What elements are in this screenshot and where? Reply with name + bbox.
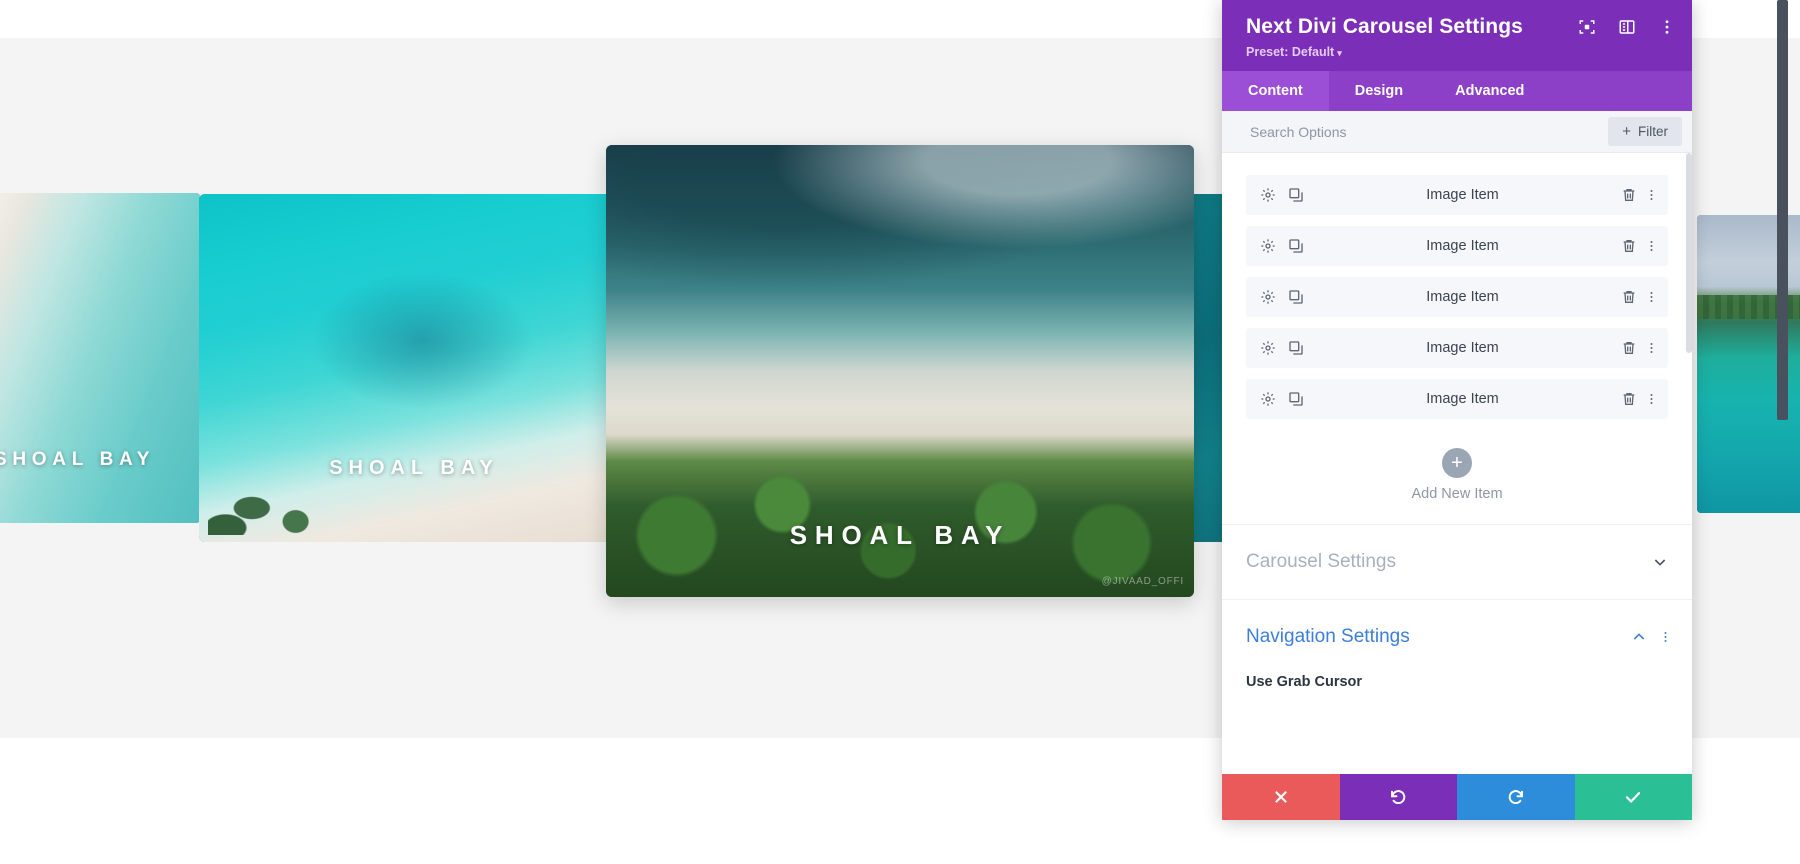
row-actions-left xyxy=(1260,340,1304,356)
list-item-label: Image Item xyxy=(1426,340,1499,357)
chevron-down-icon: ▾ xyxy=(1337,48,1342,59)
modal-body: Image Item Image Item Image Item Image I… xyxy=(1222,153,1692,774)
cancel-button[interactable] xyxy=(1222,774,1340,820)
modal-scrollbar-thumb[interactable] xyxy=(1686,153,1692,354)
preset-selector[interactable]: Preset: Default ▾ xyxy=(1246,45,1672,59)
search-bar: + Filter xyxy=(1222,111,1692,154)
table-row[interactable]: Image Item xyxy=(1246,226,1668,267)
row-actions-right xyxy=(1621,391,1654,407)
row-actions-right xyxy=(1621,340,1654,356)
table-row[interactable]: Image Item xyxy=(1246,379,1668,420)
list-item-label: Image Item xyxy=(1426,238,1499,255)
add-new-item-label: Add New Item xyxy=(1411,486,1503,503)
save-button[interactable] xyxy=(1574,774,1692,820)
gear-icon[interactable] xyxy=(1260,391,1276,407)
carousel-slide-active[interactable]: SHOAL BAY @JIVAAD_OFFI xyxy=(606,145,1194,597)
page-scrollbar[interactable] xyxy=(1777,0,1788,864)
section-title: Carousel Settings xyxy=(1246,551,1396,573)
list-item-label: Image Item xyxy=(1426,289,1499,306)
preset-label: Preset: Default xyxy=(1246,45,1335,60)
slide-caption: SHOAL BAY xyxy=(329,457,499,479)
trash-icon[interactable] xyxy=(1621,187,1637,203)
search-input[interactable] xyxy=(1250,123,1609,140)
list-item-label: Image Item xyxy=(1426,187,1499,204)
section-actions xyxy=(1631,629,1668,645)
screen: SHOAL BAY SHOAL BAY SHOAL BAY SHOAL BAY … xyxy=(0,0,1800,864)
check-icon xyxy=(1626,792,1641,803)
image-item-list: Image Item Image Item Image Item Image I… xyxy=(1222,153,1692,436)
chevron-up-icon[interactable] xyxy=(1631,629,1647,645)
table-row[interactable]: Image Item xyxy=(1246,175,1668,216)
tab-advanced[interactable]: Advanced xyxy=(1429,71,1550,111)
row-actions-left xyxy=(1260,391,1304,407)
add-new-item-button[interactable]: + Add New Item xyxy=(1222,436,1692,524)
section-actions xyxy=(1652,554,1668,570)
undo-icon xyxy=(1391,790,1406,805)
more-vertical-icon[interactable] xyxy=(1649,238,1654,254)
modal-header: Next Divi Carousel Settings Preset: Defa… xyxy=(1222,0,1692,72)
plus-icon: + xyxy=(1622,123,1631,141)
filter-label: Filter xyxy=(1638,124,1668,140)
section-navigation-settings[interactable]: Navigation Settings xyxy=(1222,599,1692,674)
field-use-grab-cursor[interactable]: Use Grab Cursor xyxy=(1222,674,1692,706)
row-actions-left xyxy=(1260,238,1304,254)
gear-icon[interactable] xyxy=(1260,340,1276,356)
more-vertical-icon[interactable] xyxy=(1649,187,1654,203)
modal-footer xyxy=(1222,774,1692,820)
gear-icon[interactable] xyxy=(1260,238,1276,254)
chevron-down-icon[interactable] xyxy=(1652,554,1668,570)
row-actions-right xyxy=(1621,187,1654,203)
slide-caption: SHOAL BAY xyxy=(0,449,156,470)
trash-icon[interactable] xyxy=(1621,289,1637,305)
slide-watermark: @JIVAAD_OFFI xyxy=(1101,576,1184,587)
more-vertical-icon[interactable] xyxy=(1649,289,1654,305)
settings-modal: Next Divi Carousel Settings Preset: Defa… xyxy=(1222,0,1692,820)
focus-icon[interactable] xyxy=(1578,18,1596,36)
section-title: Navigation Settings xyxy=(1246,626,1410,648)
undo-button[interactable] xyxy=(1339,774,1457,820)
field-label: Use Grab Cursor xyxy=(1246,674,1363,691)
slide-caption: SHOAL BAY xyxy=(789,520,1011,550)
tab-content[interactable]: Content xyxy=(1222,71,1329,112)
more-vertical-icon[interactable] xyxy=(1663,629,1668,645)
redo-icon xyxy=(1508,790,1523,805)
more-vertical-icon[interactable] xyxy=(1649,391,1654,407)
duplicate-icon[interactable] xyxy=(1288,187,1304,203)
list-item-label: Image Item xyxy=(1426,391,1499,408)
duplicate-icon[interactable] xyxy=(1288,391,1304,407)
trash-icon[interactable] xyxy=(1621,391,1637,407)
duplicate-icon[interactable] xyxy=(1288,340,1304,356)
row-actions-left xyxy=(1260,187,1304,203)
slide-image xyxy=(199,194,629,542)
table-row[interactable]: Image Item xyxy=(1246,277,1668,318)
gear-icon[interactable] xyxy=(1260,289,1276,305)
slide-image xyxy=(0,193,200,523)
trash-icon[interactable] xyxy=(1621,340,1637,356)
duplicate-icon[interactable] xyxy=(1288,238,1304,254)
duplicate-icon[interactable] xyxy=(1288,289,1304,305)
tab-design[interactable]: Design xyxy=(1329,71,1429,111)
gear-icon[interactable] xyxy=(1260,187,1276,203)
row-actions-right xyxy=(1621,289,1654,305)
row-actions-right xyxy=(1621,238,1654,254)
plus-icon: + xyxy=(1442,448,1472,479)
close-icon xyxy=(1275,791,1287,803)
table-row[interactable]: Image Item xyxy=(1246,328,1668,369)
more-vertical-icon[interactable] xyxy=(1658,18,1676,36)
page-scrollbar-thumb[interactable] xyxy=(1777,0,1788,420)
carousel-slide[interactable]: SHOAL BAY xyxy=(199,194,629,542)
row-actions-left xyxy=(1260,289,1304,305)
modal-scrollbar[interactable] xyxy=(1686,153,1692,774)
carousel-slide[interactable]: SHOAL BAY xyxy=(0,193,200,523)
redo-button[interactable] xyxy=(1457,774,1575,820)
filter-button[interactable]: + Filter xyxy=(1608,117,1682,147)
section-carousel-settings[interactable]: Carousel Settings xyxy=(1222,524,1692,599)
more-vertical-icon[interactable] xyxy=(1649,340,1654,356)
modal-header-actions xyxy=(1578,18,1676,36)
modal-tabs: Content Design Advanced xyxy=(1222,71,1692,112)
layout-panel-icon[interactable] xyxy=(1618,18,1636,36)
trash-icon[interactable] xyxy=(1621,238,1637,254)
